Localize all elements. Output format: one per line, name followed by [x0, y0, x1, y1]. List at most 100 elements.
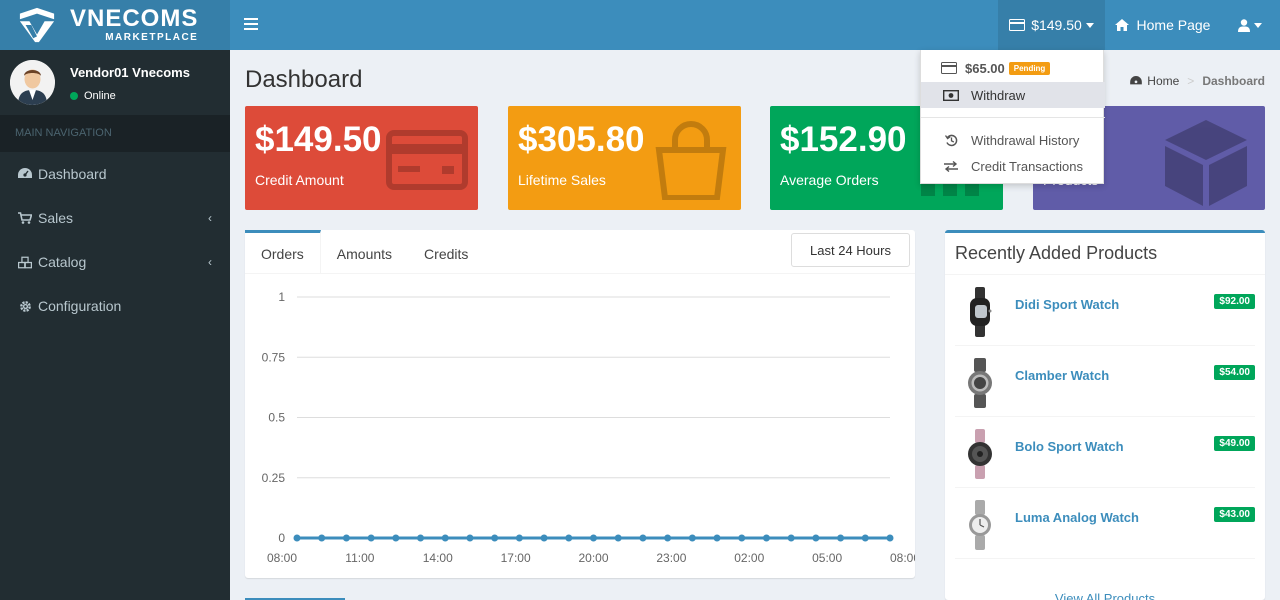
sidebar-item-dashboard[interactable]: Dashboard [0, 152, 230, 196]
breadcrumb-home-link[interactable]: Home [1147, 74, 1179, 88]
credit-card-icon [941, 62, 957, 74]
shopping-bag-icon [655, 121, 727, 200]
data-point [565, 534, 573, 542]
data-point [342, 534, 350, 542]
withdrawal-history-menu-item[interactable]: Withdrawal History [921, 127, 1105, 153]
withdraw-menu-item[interactable]: Withdraw [921, 82, 1105, 108]
user-icon [1238, 18, 1250, 32]
dropdown-credit-balance: $65.00 Pending [921, 56, 1105, 80]
sidebar-item-label: Configuration [38, 298, 122, 314]
x-tick-label: 17:00 [501, 551, 531, 565]
view-all-products-link[interactable]: View All Products [945, 591, 1265, 600]
data-point [417, 534, 425, 542]
y-tick-label: 0.75 [262, 350, 286, 364]
credit-amount: $149.50 [1031, 17, 1082, 33]
box-label: Lifetime Sales [518, 172, 606, 188]
menu-toggle-icon[interactable] [244, 15, 258, 35]
data-point [812, 534, 820, 542]
data-point [738, 534, 746, 542]
tab-orders[interactable]: Orders [245, 230, 321, 274]
box-value: $149.50 [255, 120, 382, 159]
product-name-link[interactable]: Clamber Watch [1015, 368, 1109, 383]
brand-subtitle: MARKETPLACE [105, 32, 199, 43]
data-point [787, 534, 795, 542]
tab-amounts[interactable]: Amounts [321, 230, 408, 274]
data-point [639, 534, 647, 542]
product-price-badge: $92.00 [1214, 294, 1255, 309]
sidebar-item-sales[interactable]: Sales ‹ [0, 196, 230, 240]
history-icon [943, 134, 959, 147]
money-icon [943, 89, 959, 101]
x-tick-label: 08:00 [267, 551, 297, 565]
data-point [491, 534, 499, 542]
dashboard-icon [18, 167, 32, 181]
x-tick-label: 20:00 [578, 551, 608, 565]
box-value: $305.80 [518, 120, 645, 159]
credit-dropdown-menu: $65.00 Pending Withdraw Withdrawal Histo… [920, 50, 1105, 184]
brand-logo[interactable]: VNECOMS MARKETPLACE [0, 0, 230, 50]
data-point [664, 534, 672, 542]
dropdown-divider [921, 117, 1105, 118]
box-label: Credit Amount [255, 172, 344, 188]
pending-badge: Pending [1008, 61, 1051, 75]
credit-card-icon [1009, 19, 1026, 31]
breadcrumb-current: Dashboard [1202, 74, 1265, 88]
data-point [886, 534, 894, 542]
online-dot-icon [70, 92, 78, 100]
home-page-label: Home Page [1136, 17, 1211, 33]
tab-credits[interactable]: Credits [408, 230, 484, 274]
cube-icon [1165, 120, 1247, 206]
data-point [392, 534, 400, 542]
x-tick-label: 23:00 [656, 551, 686, 565]
user-status-text: Online [84, 90, 116, 102]
sidebar-item-configuration[interactable]: Configuration [0, 284, 230, 328]
range-filter-button[interactable]: Last 24 Hours [791, 233, 910, 267]
breadcrumb-separator: > [1187, 74, 1195, 88]
product-name-link[interactable]: Didi Sport Watch [1015, 297, 1119, 312]
cubes-icon [18, 255, 32, 269]
credit-dropdown-toggle[interactable]: $149.50 [998, 0, 1105, 50]
data-point [614, 534, 622, 542]
chevron-left-icon: ‹ [208, 255, 212, 269]
cart-icon [18, 211, 32, 225]
user-menu-toggle[interactable] [1225, 0, 1275, 50]
credit-transactions-menu-item[interactable]: Credit Transactions [921, 153, 1105, 179]
withdrawal-history-label: Withdrawal History [971, 132, 1080, 148]
credit-transactions-label: Credit Transactions [971, 158, 1083, 174]
lifetime-sales-box[interactable]: $305.80 Lifetime Sales [508, 106, 741, 210]
sidebar-item-label: Catalog [38, 254, 87, 270]
product-image [970, 287, 992, 337]
brand-title: VNECOMS [70, 5, 199, 32]
list-item: Bolo Sport Watch $49.00 [955, 417, 1255, 488]
exchange-icon [943, 160, 959, 172]
data-point [293, 534, 301, 542]
x-tick-label: 02:00 [734, 551, 764, 565]
home-page-link[interactable]: Home Page [1105, 0, 1220, 50]
top-navbar: $149.50 Home Page [230, 0, 1280, 50]
orders-chart-panel: Orders Amounts Credits Last 24 Hours 1 0.… [245, 230, 915, 578]
sidebar-item-catalog[interactable]: Catalog ‹ [0, 240, 230, 284]
x-tick-label: 05:00 [812, 551, 842, 565]
chevron-left-icon: ‹ [208, 211, 212, 225]
data-point [688, 534, 696, 542]
sidebar: Vendor01 Vnecoms Online MAIN NAVIGATION … [0, 50, 230, 600]
x-tick-label: 14:00 [423, 551, 453, 565]
product-name-link[interactable]: Luma Analog Watch [1015, 510, 1139, 525]
y-tick-label: 0 [278, 531, 285, 545]
credit-amount-box[interactable]: $149.50 Credit Amount [245, 106, 478, 210]
brand-logo-icon [19, 7, 55, 43]
chart-tabs: Orders Amounts Credits [245, 230, 484, 274]
data-point [713, 534, 721, 542]
x-tick-label: 11:00 [345, 551, 374, 565]
product-price-badge: $54.00 [1214, 365, 1255, 380]
y-tick-label: 1 [278, 290, 285, 304]
box-value: $152.90 [780, 120, 907, 159]
y-tick-label: 0.25 [262, 471, 286, 485]
pending-credit-amount: $65.00 [965, 60, 1005, 76]
box-label: Average Orders [780, 172, 879, 188]
dashboard-icon [1130, 76, 1143, 85]
product-price-badge: $43.00 [1214, 507, 1255, 522]
data-point [515, 534, 523, 542]
product-name-link[interactable]: Bolo Sport Watch [1015, 439, 1124, 454]
data-point [466, 534, 474, 542]
